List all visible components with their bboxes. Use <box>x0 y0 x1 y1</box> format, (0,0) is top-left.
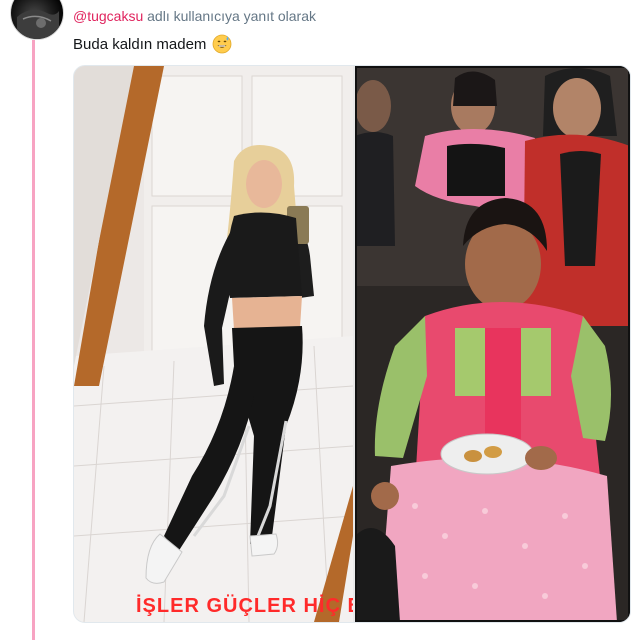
media-photo-left[interactable]: İŞLER GÜÇLER HİÇ BİTM <box>74 66 353 622</box>
avatar-image <box>17 9 59 39</box>
tweet-media-grid[interactable]: İŞLER GÜÇLER HİÇ BİTM <box>73 65 631 623</box>
reply-context-text: adlı kullanıcıya yanıt olarak <box>143 8 317 24</box>
user-avatar[interactable] <box>10 0 64 40</box>
tweet-body: Buda kaldın madem <box>73 34 232 54</box>
reply-context: @tugcaksu adlı kullanıcıya yanıt olarak <box>73 8 316 24</box>
media-caption: İŞLER GÜÇLER HİÇ BİTM <box>136 595 353 617</box>
tweet-text: Buda kaldın madem <box>73 35 207 53</box>
grinning-sweat-emoji-icon <box>213 34 232 54</box>
media-photo-right[interactable] <box>355 66 630 622</box>
mention-link[interactable]: @tugcaksu <box>73 8 143 24</box>
selfie-photo-illustration <box>74 66 353 622</box>
thread-connector-line <box>32 40 35 640</box>
old-photo-illustration <box>355 66 630 622</box>
